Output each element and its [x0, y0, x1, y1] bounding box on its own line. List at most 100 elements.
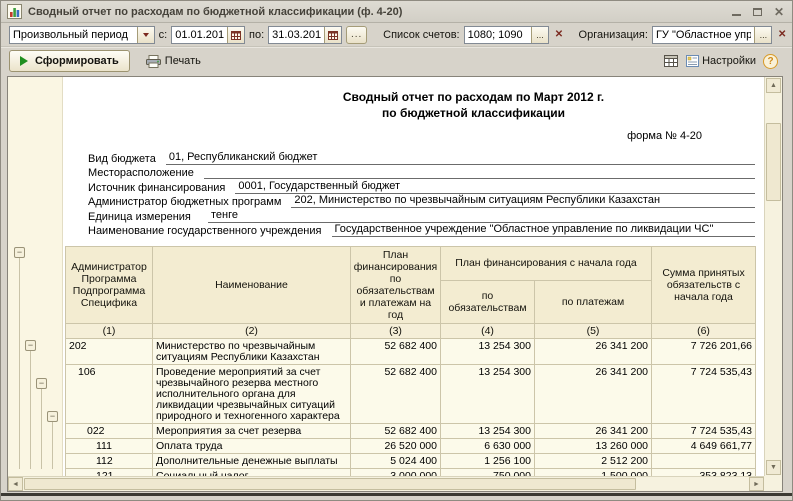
organization-input[interactable] [653, 27, 754, 43]
organization-choose-button[interactable]: ... [754, 27, 771, 43]
cell-payments-ytd: 13 260 000 [535, 439, 652, 454]
cell-payments-ytd: 26 341 200 [535, 365, 652, 424]
cell-accepted: 353 823,13 [652, 469, 756, 477]
accounts-clear-button[interactable]: ✕ [553, 29, 565, 40]
accounts-field-wrap: ... [464, 26, 549, 44]
report-field-row: Вид бюджета 01, Республиканский бюджет [88, 150, 755, 165]
horizontal-scroll-thumb[interactable] [24, 478, 636, 490]
from-date-input[interactable] [172, 27, 227, 43]
tree-margin: − − − − [8, 77, 63, 476]
organization-clear-button[interactable]: ✕ [776, 29, 788, 40]
form-number: форма № 4-20 [63, 130, 764, 142]
accounts-choose-button[interactable]: ... [531, 27, 548, 43]
header-accepted: Сумма принятых обязательств с начала год… [652, 247, 756, 324]
scroll-down-button[interactable]: ▼ [766, 460, 781, 475]
generate-button-label: Сформировать [35, 55, 119, 67]
vertical-scrollbar[interactable]: ▲ ▼ [764, 77, 782, 476]
scrollbar-corner [764, 476, 782, 491]
cell-obligations-ytd: 13 254 300 [441, 365, 535, 424]
settings-button-label: Настройки [702, 55, 756, 67]
accounts-input[interactable] [465, 27, 531, 43]
cell-name: Мероприятия за счет резерва [153, 424, 351, 439]
col-number-cell: (4) [441, 324, 535, 339]
cell-plan-year: 52 682 400 [351, 339, 441, 365]
organization-field-wrap: ... [652, 26, 772, 44]
period-select[interactable]: Произвольный период [9, 26, 155, 44]
cell-payments-ytd: 26 341 200 [535, 339, 652, 365]
collapse-minus-icon[interactable]: − [14, 247, 25, 258]
from-calendar-button[interactable] [227, 27, 244, 43]
report-field-label: Администратор бюджетных программ [88, 196, 281, 208]
generate-button[interactable]: Сформировать [9, 50, 130, 72]
to-date-wrap [268, 26, 342, 44]
collapse-minus-icon[interactable]: − [36, 378, 47, 389]
cell-name: Социальный налог [153, 469, 351, 477]
table-row: 202 Министерство по чрезвычайным ситуаци… [66, 339, 756, 365]
help-button[interactable]: ? [763, 54, 778, 69]
calendar-icon [231, 30, 241, 40]
table-settings-button[interactable] [663, 53, 679, 69]
report-table-body: 202 Министерство по чрезвычайным ситуаци… [66, 339, 756, 477]
report-table: Администратор Программа Подпрограмма Спе… [65, 246, 756, 476]
toolbar-right-tools: Настройки ? [663, 53, 778, 69]
cell-name: Оплата труда [153, 439, 351, 454]
horizontal-scrollbar[interactable]: ◄ ► [8, 476, 764, 491]
close-button[interactable]: ✕ [774, 5, 784, 19]
report-title-line2: по бюджетной классификации [183, 105, 764, 121]
table-row: 121 Социальный налог 3 000 000 750 000 1… [66, 469, 756, 477]
action-toolbar: Сформировать Печать [1, 47, 792, 75]
report-field-value: Государственное учреждение "Областное уп… [332, 223, 756, 237]
maximize-button[interactable] [753, 5, 762, 19]
col-number-cell: (1) [66, 324, 153, 339]
col-number-cell: (6) [652, 324, 756, 339]
cell-obligations-ytd: 6 630 000 [441, 439, 535, 454]
title-bar: Сводный отчет по расходам по бюджетной к… [1, 1, 792, 23]
cell-obligations-ytd: 1 256 100 [441, 454, 535, 469]
group-tree-line [41, 388, 42, 469]
accounts-label: Список счетов: [383, 29, 459, 41]
settings-button[interactable]: Настройки [686, 55, 756, 67]
col-number-cell: (3) [351, 324, 441, 339]
cell-plan-year: 52 682 400 [351, 365, 441, 424]
report-field-row: Источник финансирования 0001, Государств… [88, 179, 755, 194]
from-date-wrap [171, 26, 245, 44]
period-dropdown-button[interactable] [137, 27, 154, 43]
scroll-right-button[interactable]: ► [749, 477, 764, 491]
report-field-row: Администратор бюджетных программ 202, Ми… [88, 194, 755, 209]
cell-plan-year: 5 024 400 [351, 454, 441, 469]
group-tree-line [19, 257, 20, 469]
to-date-input[interactable] [269, 27, 324, 43]
cell-accepted: 7 724 535,43 [652, 365, 756, 424]
cell-code: 202 [66, 339, 153, 365]
printer-icon [146, 55, 161, 68]
vertical-scroll-thumb[interactable] [766, 123, 781, 201]
collapse-minus-icon[interactable]: − [47, 411, 58, 422]
scroll-left-button[interactable]: ◄ [8, 477, 23, 491]
report-icon [7, 4, 22, 19]
collapse-minus-icon[interactable]: − [25, 340, 36, 351]
cell-name: Министерство по чрезвычайным ситуациям Р… [153, 339, 351, 365]
cell-accepted: 7 726 201,66 [652, 339, 756, 365]
cell-plan-year: 52 682 400 [351, 424, 441, 439]
cell-plan-year: 3 000 000 [351, 469, 441, 477]
table-row: 022 Мероприятия за счет резерва 52 682 4… [66, 424, 756, 439]
to-calendar-button[interactable] [324, 27, 341, 43]
table-row: 106 Проведение мероприятий за счет чрезв… [66, 365, 756, 424]
report-window: Сводный отчет по расходам по бюджетной к… [0, 0, 793, 501]
cell-accepted: 7 724 535,43 [652, 424, 756, 439]
print-button[interactable]: Печать [140, 50, 207, 72]
report-field-row: Единица измерения тенге [88, 208, 755, 223]
scroll-up-button[interactable]: ▲ [766, 78, 781, 93]
period-more-button[interactable]: ... [346, 26, 367, 44]
window-bottom-edge [1, 493, 792, 496]
table-row: 111 Оплата труда 26 520 000 6 630 000 13… [66, 439, 756, 454]
report-title: Сводный отчет по расходам по Март 2012 г… [63, 89, 764, 121]
calendar-icon [328, 30, 338, 40]
settings-form-icon [686, 55, 699, 67]
header-name: Наименование [153, 247, 351, 324]
cell-obligations-ytd: 13 254 300 [441, 424, 535, 439]
print-button-label: Печать [165, 55, 201, 67]
report-field-label: Вид бюджета [88, 153, 156, 165]
minimize-button[interactable] [732, 5, 741, 19]
cell-name: Дополнительные денежные выплаты [153, 454, 351, 469]
